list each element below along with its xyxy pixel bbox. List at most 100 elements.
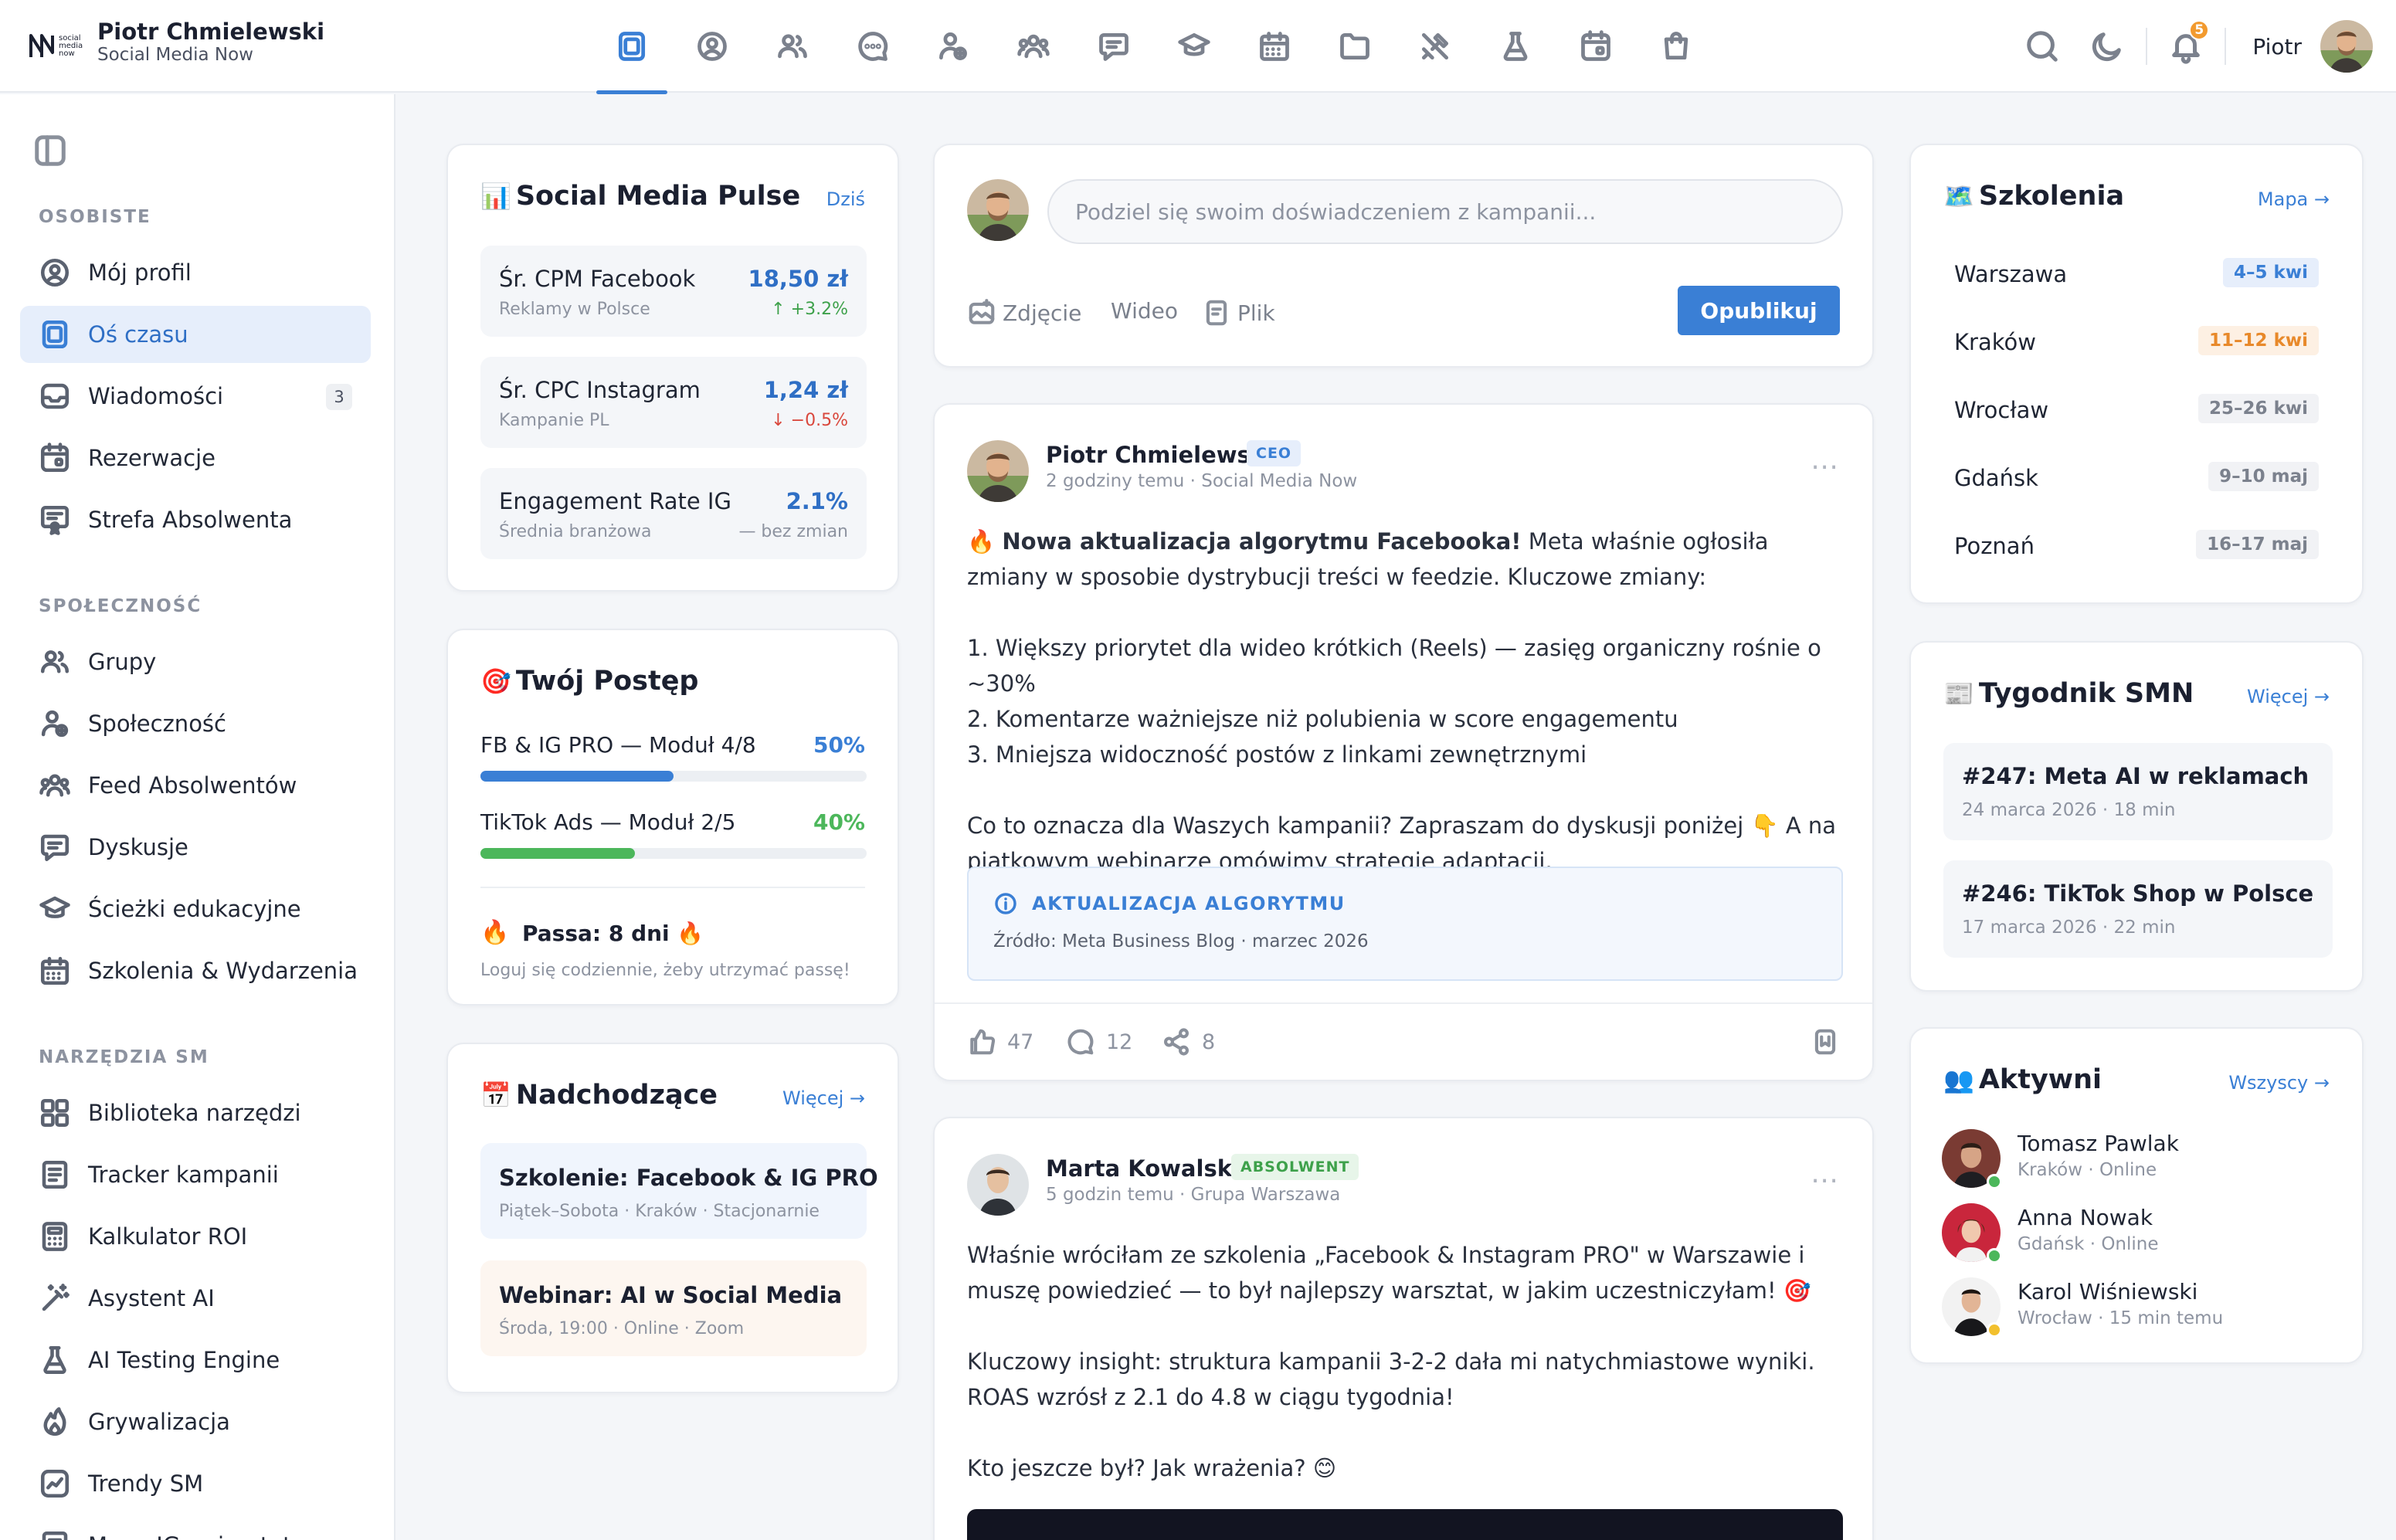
post-author-name[interactable]: Marta Kowalska bbox=[1046, 1155, 1247, 1182]
add-photo-button[interactable]: Zdjęcie bbox=[967, 298, 1081, 327]
sidebar-item-roi-calculator[interactable]: Kalkulator ROI bbox=[20, 1208, 371, 1265]
topnav-profile[interactable] bbox=[672, 0, 752, 93]
sidebar-item-gamification[interactable]: Grywalizacja bbox=[20, 1393, 371, 1450]
trainings-map-link[interactable]: Mapa → bbox=[2258, 188, 2330, 210]
post-author-avatar[interactable] bbox=[967, 1154, 1029, 1216]
newsletter-title: #246: TikTok Shop w Polsce bbox=[1962, 880, 2314, 907]
pulse-today-link[interactable]: Dziś bbox=[826, 188, 865, 210]
inbox-icon bbox=[39, 380, 71, 412]
search-button[interactable] bbox=[2010, 0, 2075, 93]
sidebar-section-title: SPOŁECZNOŚĆ bbox=[39, 596, 202, 616]
post-author-avatar[interactable] bbox=[967, 440, 1029, 502]
dark-mode-toggle[interactable] bbox=[2075, 0, 2140, 93]
sidebar-item-ig-map[interactable]: Mapa IG, priorytet bbox=[20, 1517, 371, 1540]
post-more-options[interactable]: ⋯ bbox=[1811, 451, 1840, 483]
comment-button[interactable]: 12 bbox=[1066, 1027, 1132, 1057]
metric-name: Śr. CPC Instagram bbox=[499, 377, 701, 403]
like-button[interactable]: 47 bbox=[967, 1027, 1033, 1057]
training-city[interactable]: Wrocław bbox=[1954, 397, 2048, 423]
post-more-options[interactable]: ⋯ bbox=[1811, 1165, 1840, 1196]
topnav-bookings[interactable] bbox=[1556, 0, 1636, 93]
algorithm-update-callout[interactable]: AKTUALIZACJA ALGORYTMU Źródło: Meta Busi… bbox=[967, 867, 1843, 981]
active-user-name[interactable]: Karol Wiśniewski bbox=[2018, 1279, 2197, 1304]
newspaper-emoji-icon: 📰 bbox=[1943, 679, 1974, 708]
sidebar-item-messages[interactable]: Wiadomości 3 bbox=[20, 368, 371, 425]
newsletter-item[interactable]: #247: Meta AI w reklamach 24 marca 2026 … bbox=[1943, 743, 2333, 840]
unread-count-badge: 3 bbox=[326, 384, 352, 410]
topnav-community[interactable] bbox=[913, 0, 993, 93]
chat-icon bbox=[856, 29, 890, 63]
post-body: Właśnie wróciłam ze szkolenia „Facebook … bbox=[967, 1237, 1840, 1486]
training-city[interactable]: Warszawa bbox=[1954, 261, 2067, 287]
notifications-button[interactable]: 5 bbox=[2153, 0, 2218, 93]
sidebar-item-groups[interactable]: Grupy bbox=[20, 633, 371, 690]
course-percent: 40% bbox=[813, 809, 865, 835]
metric-row[interactable]: Engagement Rate IG Średnia branżowa 2.1%… bbox=[480, 468, 867, 559]
topnav-alumni[interactable] bbox=[993, 0, 1074, 93]
post-media[interactable] bbox=[967, 1509, 1843, 1540]
metric-row[interactable]: Śr. CPC Instagram Kampanie PL 1,24 zł ↓ … bbox=[480, 357, 867, 448]
sidebar-collapse-button[interactable] bbox=[32, 133, 68, 168]
sidebar-item-bookings[interactable]: Rezerwacje bbox=[20, 429, 371, 487]
upcoming-more-link[interactable]: Więcej → bbox=[782, 1087, 865, 1109]
sidebar-item-label: Oś czasu bbox=[88, 321, 188, 348]
post-blank-line bbox=[967, 1415, 1840, 1450]
weekly-more-link[interactable]: Więcej → bbox=[2247, 686, 2330, 707]
user-avatar[interactable] bbox=[2320, 20, 2373, 73]
topnav-messages[interactable] bbox=[833, 0, 913, 93]
event-item[interactable]: Webinar: AI w Social Media Środa, 19:00 … bbox=[480, 1260, 867, 1356]
post-paragraph: Kto jeszcze był? Jak wrażenia? 😊 bbox=[967, 1455, 1337, 1481]
sidebar-item-trainings-events[interactable]: Szkolenia & Wydarzenia bbox=[20, 942, 371, 999]
topnav-events[interactable] bbox=[1234, 0, 1315, 93]
active-user-name[interactable]: Anna Nowak bbox=[2018, 1205, 2153, 1230]
add-file-button[interactable]: Plik bbox=[1202, 298, 1275, 327]
topnav-timeline[interactable] bbox=[592, 0, 672, 94]
sidebar-item-tool-library[interactable]: Biblioteka narzędzi bbox=[20, 1084, 371, 1141]
sidebar-item-alumni-feed[interactable]: Feed Absolwentów bbox=[20, 757, 371, 814]
sidebar-item-timeline[interactable]: Oś czasu bbox=[20, 306, 371, 363]
topnav-shop[interactable] bbox=[1636, 0, 1716, 93]
sidebar-item-sm-trends[interactable]: Trendy SM bbox=[20, 1455, 371, 1512]
sidebar-item-community[interactable]: Społeczność bbox=[20, 695, 371, 752]
bookings-icon bbox=[39, 442, 71, 474]
sidebar-item-learning-paths[interactable]: Ścieżki edukacyjne bbox=[20, 880, 371, 938]
publish-button[interactable]: Opublikuj bbox=[1678, 286, 1840, 335]
metric-value: 18,50 zł bbox=[748, 266, 848, 292]
topbar-divider bbox=[2146, 28, 2148, 65]
newsletter-item[interactable]: #246: TikTok Shop w Polsce 17 marca 2026… bbox=[1943, 860, 2333, 958]
composer-input[interactable] bbox=[1047, 179, 1843, 244]
topnav-tools[interactable] bbox=[1395, 0, 1475, 93]
sidebar-item-discussions[interactable]: Dyskusje bbox=[20, 819, 371, 876]
magic-wand-icon bbox=[39, 1282, 71, 1314]
topnav-library[interactable] bbox=[1315, 0, 1395, 93]
progress-bar-fill bbox=[480, 848, 635, 859]
ai-icon bbox=[39, 1344, 71, 1376]
topnav-education[interactable] bbox=[1154, 0, 1234, 93]
post-blank-line bbox=[967, 772, 1840, 808]
sidebar-item-alumni-zone[interactable]: Strefa Absolwenta bbox=[20, 491, 371, 548]
target-emoji-icon: 🎯 bbox=[480, 667, 511, 696]
user-menu-name[interactable]: Piotr bbox=[2252, 34, 2302, 59]
sidebar-item-my-profile[interactable]: Mój profil bbox=[20, 244, 371, 301]
add-photo-label: Zdjęcie bbox=[1003, 300, 1082, 326]
share-button[interactable]: 8 bbox=[1162, 1027, 1215, 1057]
topnav-ai-testing[interactable] bbox=[1475, 0, 1556, 93]
topnav-discussions[interactable] bbox=[1074, 0, 1154, 93]
top-bar: social media now Piotr Chmielewski Socia… bbox=[0, 0, 2396, 94]
training-city[interactable]: Kraków bbox=[1954, 329, 2036, 355]
training-city[interactable]: Poznań bbox=[1954, 533, 2035, 559]
event-item[interactable]: Szkolenie: Facebook & IG PRO Piątek–Sobo… bbox=[480, 1143, 878, 1239]
metric-row[interactable]: Śr. CPM Facebook Reklamy w Polsce 18,50 … bbox=[480, 246, 867, 337]
sidebar-item-ai-testing-engine[interactable]: AI Testing Engine bbox=[20, 1331, 371, 1389]
bookmark-button[interactable] bbox=[1811, 1027, 1840, 1057]
active-all-link[interactable]: Wszyscy → bbox=[2228, 1072, 2330, 1094]
social-media-now-logo[interactable]: social media now bbox=[29, 26, 83, 66]
ai-icon bbox=[1498, 29, 1532, 63]
add-video-button[interactable]: Wideo bbox=[1111, 298, 1178, 324]
active-user-name[interactable]: Tomasz Pawlak bbox=[2018, 1131, 2179, 1156]
post-author-name[interactable]: Piotr Chmielewski bbox=[1046, 442, 1273, 468]
training-city[interactable]: Gdańsk bbox=[1954, 465, 2038, 491]
sidebar-item-ai-assistant[interactable]: Asystent AI bbox=[20, 1270, 371, 1327]
sidebar-item-campaign-tracker[interactable]: Tracker kampanii bbox=[20, 1146, 371, 1203]
topnav-groups[interactable] bbox=[752, 0, 833, 93]
